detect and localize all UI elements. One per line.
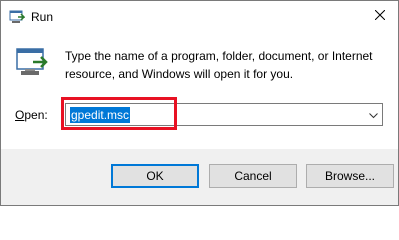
ok-button[interactable]: OK — [111, 164, 199, 188]
close-icon — [374, 9, 386, 23]
close-button[interactable] — [362, 1, 398, 31]
dropdown-button[interactable] — [364, 104, 382, 125]
window-title: Run — [31, 10, 54, 24]
button-bar: OK Cancel Browse... — [1, 149, 398, 205]
cancel-button[interactable]: Cancel — [209, 164, 297, 188]
open-label-accelerator: O — [15, 108, 25, 122]
open-label-rest: pen: — [24, 108, 48, 122]
run-icon — [15, 45, 49, 79]
chevron-down-icon — [368, 108, 378, 122]
description-text: Type the name of a program, folder, docu… — [65, 49, 373, 81]
open-input-value[interactable]: gpedit.msc — [70, 107, 131, 123]
run-icon — [9, 9, 26, 25]
run-dialog: Run Type the name of a program, folder, … — [0, 0, 399, 206]
open-label: Open: — [15, 108, 48, 122]
open-combobox[interactable]: gpedit.msc — [65, 103, 383, 126]
browse-button[interactable]: Browse... — [306, 164, 394, 188]
title-bar[interactable]: Run — [1, 1, 398, 33]
